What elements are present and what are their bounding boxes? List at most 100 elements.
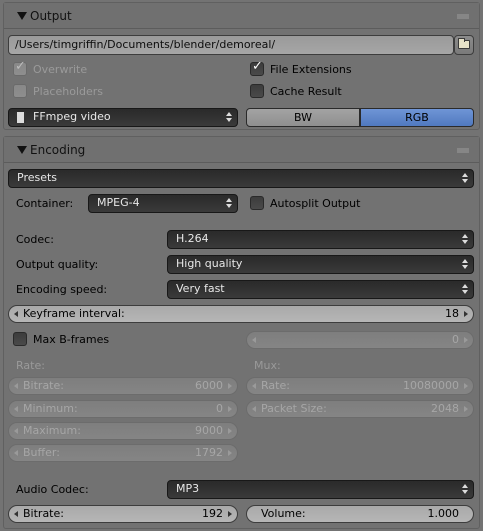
file-format-value: FFmpeg video: [33, 110, 111, 123]
buffer-label: Buffer:: [23, 446, 60, 459]
drag-grip-icon[interactable]: [457, 148, 469, 153]
increment-arrow-icon[interactable]: [228, 511, 232, 517]
output-quality-label: Output quality:: [16, 258, 99, 271]
output-panel-title: Output: [30, 9, 72, 23]
rgb-label: RGB: [405, 111, 429, 124]
presets-label: Presets: [17, 171, 58, 184]
max-bframes-checkbox[interactable]: [13, 332, 27, 346]
minimum-label: Minimum:: [23, 402, 78, 415]
output-path-text: /Users/timgriffin/Documents/blender/demo…: [15, 38, 276, 51]
increment-arrow-icon[interactable]: [464, 337, 468, 343]
container-value: MPEG-4: [97, 196, 140, 209]
audio-bitrate-field[interactable]: Bitrate: 192: [8, 505, 238, 523]
increment-arrow-icon[interactable]: [228, 450, 232, 456]
container-label: Container:: [16, 197, 74, 210]
updown-arrows-icon: [462, 284, 468, 294]
increment-arrow-icon[interactable]: [228, 406, 232, 412]
overwrite-checkbox[interactable]: ✓: [13, 59, 27, 76]
packet-size-value: 2048: [431, 402, 459, 415]
maximum-field[interactable]: Maximum: 9000: [8, 422, 238, 440]
collapse-triangle-icon[interactable]: [17, 12, 27, 20]
encoding-panel-header[interactable]: Encoding: [4, 137, 479, 163]
increment-arrow-icon[interactable]: [464, 383, 468, 389]
decrement-arrow-icon[interactable]: [14, 428, 18, 434]
minimum-field[interactable]: Minimum: 0: [8, 400, 238, 418]
browse-folder-button[interactable]: [454, 35, 474, 55]
autosplit-checkbox[interactable]: [250, 196, 264, 210]
codec-value: H.264: [176, 232, 209, 245]
max-bframes-label: Max B-frames: [33, 333, 110, 346]
audio-bitrate-value: 192: [202, 507, 223, 520]
presets-dropdown[interactable]: Presets: [8, 169, 474, 188]
volume-value: 1.000: [427, 507, 460, 520]
mux-rate-field[interactable]: Rate: 10080000: [246, 377, 474, 395]
volume-label: Volume:: [261, 507, 306, 520]
drag-grip-icon[interactable]: [457, 14, 469, 19]
minimum-value: 0: [216, 402, 223, 415]
checkmark-icon: ✓: [15, 59, 26, 74]
audio-codec-label: Audio Codec:: [16, 483, 89, 496]
decrement-arrow-icon[interactable]: [252, 406, 256, 412]
decrement-arrow-icon[interactable]: [14, 383, 18, 389]
mux-rate-label: Rate:: [261, 379, 290, 392]
keyframe-interval-value: 18: [445, 307, 459, 320]
output-panel-header[interactable]: Output: [4, 3, 479, 29]
encoding-speed-label: Encoding speed:: [16, 283, 108, 296]
collapse-triangle-icon[interactable]: [17, 146, 27, 154]
decrement-arrow-icon[interactable]: [14, 406, 18, 412]
keyframe-interval-label: Keyframe interval:: [23, 307, 125, 320]
audio-codec-value: MP3: [176, 482, 200, 495]
bitrate-field[interactable]: Bitrate: 6000: [8, 377, 238, 395]
increment-arrow-icon[interactable]: [228, 428, 232, 434]
increment-arrow-icon[interactable]: [228, 383, 232, 389]
file-format-dropdown[interactable]: FFmpeg video: [8, 108, 238, 127]
updown-arrows-icon: [226, 198, 232, 208]
bw-toggle-button[interactable]: BW: [246, 108, 360, 127]
bitrate-label: Bitrate:: [23, 379, 64, 392]
keyframe-interval-field[interactable]: Keyframe interval: 18: [8, 305, 474, 323]
output-path-field[interactable]: /Users/timgriffin/Documents/blender/demo…: [8, 35, 454, 55]
placeholders-checkbox[interactable]: [13, 84, 27, 98]
decrement-arrow-icon[interactable]: [252, 337, 256, 343]
mux-header: Mux:: [254, 359, 281, 372]
decrement-arrow-icon[interactable]: [14, 450, 18, 456]
encoding-speed-value: Very fast: [176, 282, 225, 295]
decrement-arrow-icon[interactable]: [14, 511, 18, 517]
decrement-arrow-icon[interactable]: [14, 311, 18, 317]
bitrate-value: 6000: [195, 379, 223, 392]
container-dropdown[interactable]: MPEG-4: [88, 194, 238, 213]
increment-arrow-icon[interactable]: [464, 311, 468, 317]
autosplit-label: Autosplit Output: [270, 197, 361, 210]
film-icon: [15, 112, 26, 123]
rgb-toggle-button[interactable]: RGB: [360, 108, 474, 127]
updown-arrows-icon: [462, 234, 468, 244]
codec-dropdown[interactable]: H.264: [167, 230, 474, 249]
max-bframes-field[interactable]: 0: [246, 331, 474, 349]
buffer-value: 1792: [195, 446, 223, 459]
packet-size-label: Packet Size:: [261, 402, 327, 415]
overwrite-label: Overwrite: [33, 63, 88, 76]
packet-size-field[interactable]: Packet Size: 2048: [246, 400, 474, 418]
encoding-speed-dropdown[interactable]: Very fast: [167, 280, 474, 299]
folder-icon: [458, 38, 470, 49]
increment-arrow-icon[interactable]: [464, 406, 468, 412]
rate-header: Rate:: [16, 359, 45, 372]
buffer-field[interactable]: Buffer: 1792: [8, 444, 238, 462]
volume-field[interactable]: Volume: 1.000: [246, 505, 474, 523]
max-bframes-value: 0: [452, 333, 459, 346]
output-quality-value: High quality: [176, 257, 243, 270]
codec-label: Codec:: [16, 233, 54, 246]
file-extensions-checkbox[interactable]: ✓: [250, 60, 264, 76]
output-quality-dropdown[interactable]: High quality: [167, 255, 474, 274]
cache-result-label: Cache Result: [270, 85, 342, 98]
audio-codec-dropdown[interactable]: MP3: [167, 480, 474, 499]
decrement-arrow-icon[interactable]: [252, 383, 256, 389]
audio-bitrate-label: Bitrate:: [23, 507, 64, 520]
cache-result-checkbox[interactable]: [250, 84, 264, 98]
updown-arrows-icon: [462, 259, 468, 269]
encoding-panel-title: Encoding: [30, 143, 86, 157]
file-extensions-label: File Extensions: [270, 63, 352, 76]
bw-label: BW: [293, 111, 313, 124]
placeholders-label: Placeholders: [33, 85, 104, 98]
maximum-value: 9000: [195, 424, 223, 437]
